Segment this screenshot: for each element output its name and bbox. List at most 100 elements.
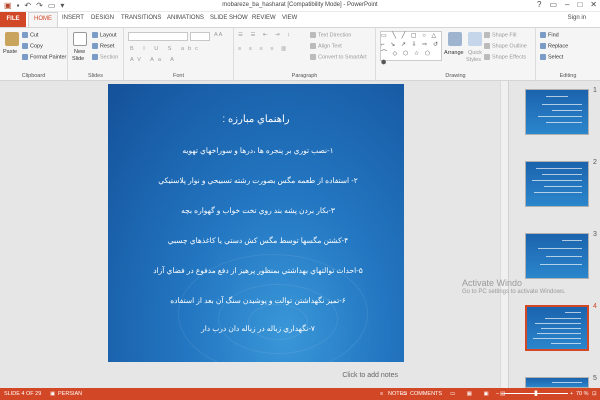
paragraph-label: Paragraph — [291, 73, 318, 79]
thumb-text-line — [542, 104, 582, 105]
language-indicator[interactable]: PERSIAN — [58, 388, 82, 400]
shape-outline-button[interactable]: Shape Outline — [484, 43, 527, 49]
zoom-slider-thumb[interactable]: ▮ — [534, 388, 538, 400]
slide-thumbnail-3[interactable] — [525, 233, 589, 279]
tab-slide-show[interactable]: SLIDE SHOW — [210, 15, 248, 21]
thumb-text-line — [551, 343, 581, 344]
zoom-in-icon[interactable]: + — [570, 388, 573, 400]
watermark-title: Activate Windo — [462, 278, 523, 288]
thumb-text-line — [546, 256, 582, 257]
layout-button[interactable]: Layout — [92, 32, 117, 38]
paste-button[interactable]: Paste — [3, 49, 17, 55]
arrange-icon[interactable] — [448, 32, 462, 46]
slide-title[interactable]: راهنماي مبارزه : — [108, 114, 404, 125]
thumb-text-line — [546, 96, 568, 97]
zoom-out-icon[interactable]: – — [496, 388, 499, 400]
thumb-text-line — [538, 248, 582, 249]
new-slide-button[interactable]: New — [74, 49, 85, 55]
comments-button[interactable]: COMMENTS — [410, 388, 442, 400]
tab-review[interactable]: REVIEW — [252, 15, 276, 21]
tab-design[interactable]: DESIGN — [91, 15, 114, 21]
slide-bullet-4[interactable]: ۴-كشتن مگسها توسط مگس كش دستي يا كاغذهاي… — [128, 236, 388, 245]
thumb-text-line — [537, 333, 581, 334]
font-format-buttons[interactable]: B I U S abc — [130, 46, 202, 52]
slide-thumbnails-pane: 1 2 3 4 5 — [508, 81, 600, 388]
maximize-icon[interactable]: □ — [577, 0, 582, 9]
thumbnail-number: 4 — [593, 303, 597, 310]
current-slide[interactable]: راهنماي مبارزه : ۱-نصب توري بر پنجره ها … — [108, 84, 404, 362]
slide-thumbnail-2[interactable] — [525, 161, 589, 207]
tab-transitions[interactable]: TRANSITIONS — [121, 15, 161, 21]
thumb-text-line — [545, 318, 581, 319]
effects-icon — [484, 54, 490, 60]
quick-styles-button-line2[interactable]: Styles — [466, 57, 481, 63]
close-icon[interactable]: ✕ — [590, 0, 597, 9]
font-color-buttons[interactable]: AV Aa A — [130, 57, 178, 63]
tab-insert[interactable]: INSERT — [62, 15, 84, 21]
ribbon-display-icon[interactable]: ▭ — [549, 0, 557, 9]
sign-in-link[interactable]: Sign in — [568, 15, 586, 21]
replace-button[interactable]: Replace — [540, 43, 568, 49]
slide-bullet-6[interactable]: ۶-تميز نگهداشتن توالت و پوشيدن سنگ آن بع… — [128, 296, 388, 305]
slide-thumbnail-5[interactable] — [525, 377, 589, 388]
notes-icon[interactable]: ≡ — [380, 388, 383, 400]
notes-placeholder[interactable]: Click to add notes — [108, 368, 404, 383]
find-button[interactable]: Find — [540, 32, 559, 38]
thumb-text-line — [565, 312, 581, 313]
thumb-text-line — [538, 116, 582, 117]
reset-icon — [92, 43, 98, 49]
quick-styles-icon[interactable] — [468, 32, 482, 46]
list-buttons[interactable]: ☰ ☰ ⇤ ⇥ ↕ — [238, 32, 293, 38]
proofing-icon[interactable]: ▣ — [50, 388, 55, 400]
new-slide-button-line2[interactable]: Slide — [72, 56, 84, 62]
thumbnail-number: 2 — [593, 159, 597, 166]
section-icon — [92, 54, 98, 60]
reset-button[interactable]: Reset — [92, 43, 114, 49]
tab-view[interactable]: VIEW — [282, 15, 297, 21]
slide-bullet-1[interactable]: ۱-نصب توري بر پنجره ها ،درها و سوراخهاي … — [128, 146, 388, 155]
fit-slide-icon[interactable]: ⊡ — [592, 388, 597, 400]
slide-thumbnail-1[interactable] — [525, 89, 589, 135]
slide-bullet-3[interactable]: ۳-بكار بردن پشه بند روي تخت خواب و گهوار… — [128, 206, 388, 215]
quick-styles-button[interactable]: Quick — [468, 50, 482, 56]
slide-bullet-5[interactable]: ۵-احداث توالتهاي بهداشتي بمنظور پرهيز از… — [128, 266, 388, 275]
new-slide-icon[interactable] — [73, 32, 87, 46]
paragraph-group: ☰ ☰ ⇤ ⇥ ↕ ≡ ≡ ≡ ≡ ▥ Text Direction Align… — [234, 28, 376, 81]
align-buttons[interactable]: ≡ ≡ ≡ ≡ ▥ — [238, 46, 289, 52]
help-icon[interactable]: ? — [537, 0, 541, 9]
slide-bullet-2[interactable]: ۲- استفاده از طعمه مگس بصورت رشته تسبيحي… — [128, 176, 388, 185]
convert-smartart-button[interactable]: Convert to SmartArt — [310, 54, 367, 60]
slide-thumbnail-4[interactable] — [525, 305, 589, 351]
tab-home[interactable]: HOME — [28, 12, 58, 27]
ribbon: Paste Cut Copy Format Painter Clipboard … — [0, 27, 600, 81]
section-button[interactable]: Section — [92, 54, 118, 60]
tab-animations[interactable]: ANIMATIONS — [167, 15, 204, 21]
clipboard-label: Clipboard — [21, 73, 46, 79]
slide-bullet-7[interactable]: ۷-نگهداري زباله در زباله دان درب دار — [128, 324, 388, 333]
paste-icon[interactable] — [5, 32, 19, 46]
outline-icon — [484, 43, 490, 49]
brush-icon — [22, 54, 28, 60]
select-button[interactable]: Select — [540, 54, 563, 60]
shape-effects-button[interactable]: Shape Effects — [484, 54, 526, 60]
arrange-button[interactable]: Arrange — [444, 50, 464, 56]
text-direction-button[interactable]: Text Direction — [310, 32, 351, 38]
cut-button[interactable]: Cut — [22, 32, 39, 38]
slides-group: New Slide Layout Reset Section Slides — [68, 28, 124, 81]
layout-icon — [92, 32, 98, 38]
zoom-level[interactable]: 70 % — [576, 388, 589, 400]
align-text-button[interactable]: Align Text — [310, 43, 342, 49]
shape-fill-button[interactable]: Shape Fill — [484, 32, 516, 38]
view-buttons[interactable]: ▭ ▦ ▣ ▤ — [450, 388, 510, 400]
grow-font-icon[interactable]: A A — [214, 32, 222, 38]
format-painter-button[interactable]: Format Painter — [22, 54, 66, 60]
align-text-icon — [310, 43, 316, 49]
font-size-select[interactable] — [190, 32, 210, 41]
shapes-gallery[interactable]: ▭ ╲ ╱ ▢ ○ △ ⌐ ↘ ↗ ⇩ ⇨ ↺ ⌒ ◇ ⬡ ☆ ⬠ ⬢ — [380, 31, 442, 66]
comments-icon[interactable]: ▭ — [402, 388, 407, 400]
font-name-select[interactable] — [128, 32, 188, 41]
slide-scrollbar[interactable] — [500, 81, 508, 388]
minimize-icon[interactable]: – — [565, 0, 569, 9]
copy-button[interactable]: Copy — [22, 43, 43, 49]
tab-file[interactable]: FILE — [0, 12, 26, 27]
